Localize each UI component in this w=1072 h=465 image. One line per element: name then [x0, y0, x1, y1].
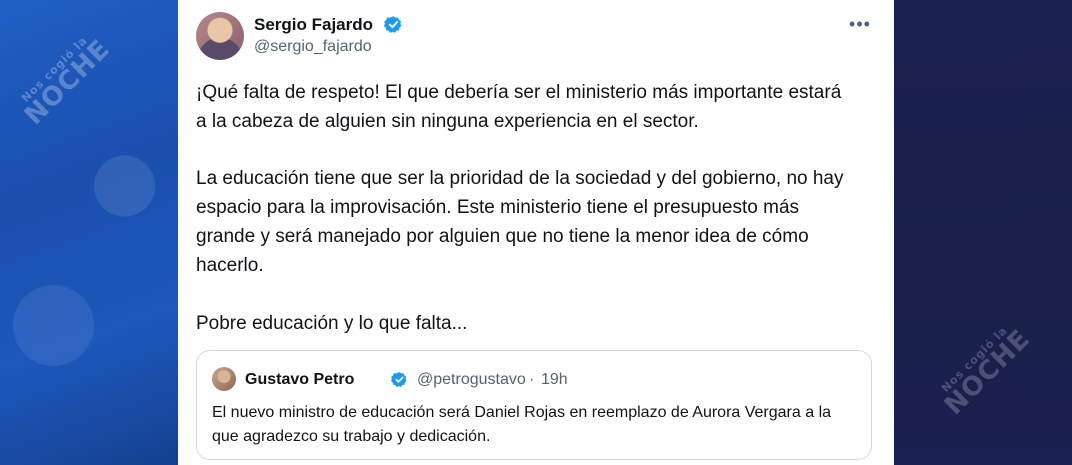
- more-options-icon[interactable]: •••: [848, 14, 872, 34]
- tweet-paragraph-1: ¡Qué falta de respeto! El que debería se…: [196, 82, 842, 132]
- quoted-verified-badge-icon: [391, 372, 407, 387]
- tweet-paragraph-2: La educación tiene que ser la prioridad …: [196, 168, 844, 276]
- author-name[interactable]: Sergio Fajardo: [254, 15, 373, 35]
- quoted-author-name: Gustavo Petro: [245, 371, 355, 388]
- quoted-tweet-text: El nuevo ministro de educación será Dani…: [212, 404, 832, 445]
- quoted-timestamp: 19h: [541, 371, 568, 388]
- tweet-paragraph-3: Pobre educación y lo que falta...: [196, 313, 468, 334]
- tweet-card: Sergio Fajardo @sergio_fajardo ••• ¡Qué …: [178, 0, 894, 465]
- author-avatar[interactable]: [196, 12, 244, 60]
- watermark-logo: Nos cogió la NOCHE: [19, 33, 117, 131]
- quoted-tweet[interactable]: Gustavo Petro @petrogustavo · 19h El nue…: [196, 350, 872, 460]
- author-handle[interactable]: @sergio_fajardo: [254, 38, 372, 56]
- verified-badge-icon: [384, 16, 402, 33]
- quoted-author-handle: @petrogustavo: [417, 371, 526, 388]
- background-left-panel: Nos cogió la NOCHE: [0, 0, 178, 465]
- quoted-author-avatar: [212, 367, 236, 391]
- separator-dot: ·: [529, 371, 535, 388]
